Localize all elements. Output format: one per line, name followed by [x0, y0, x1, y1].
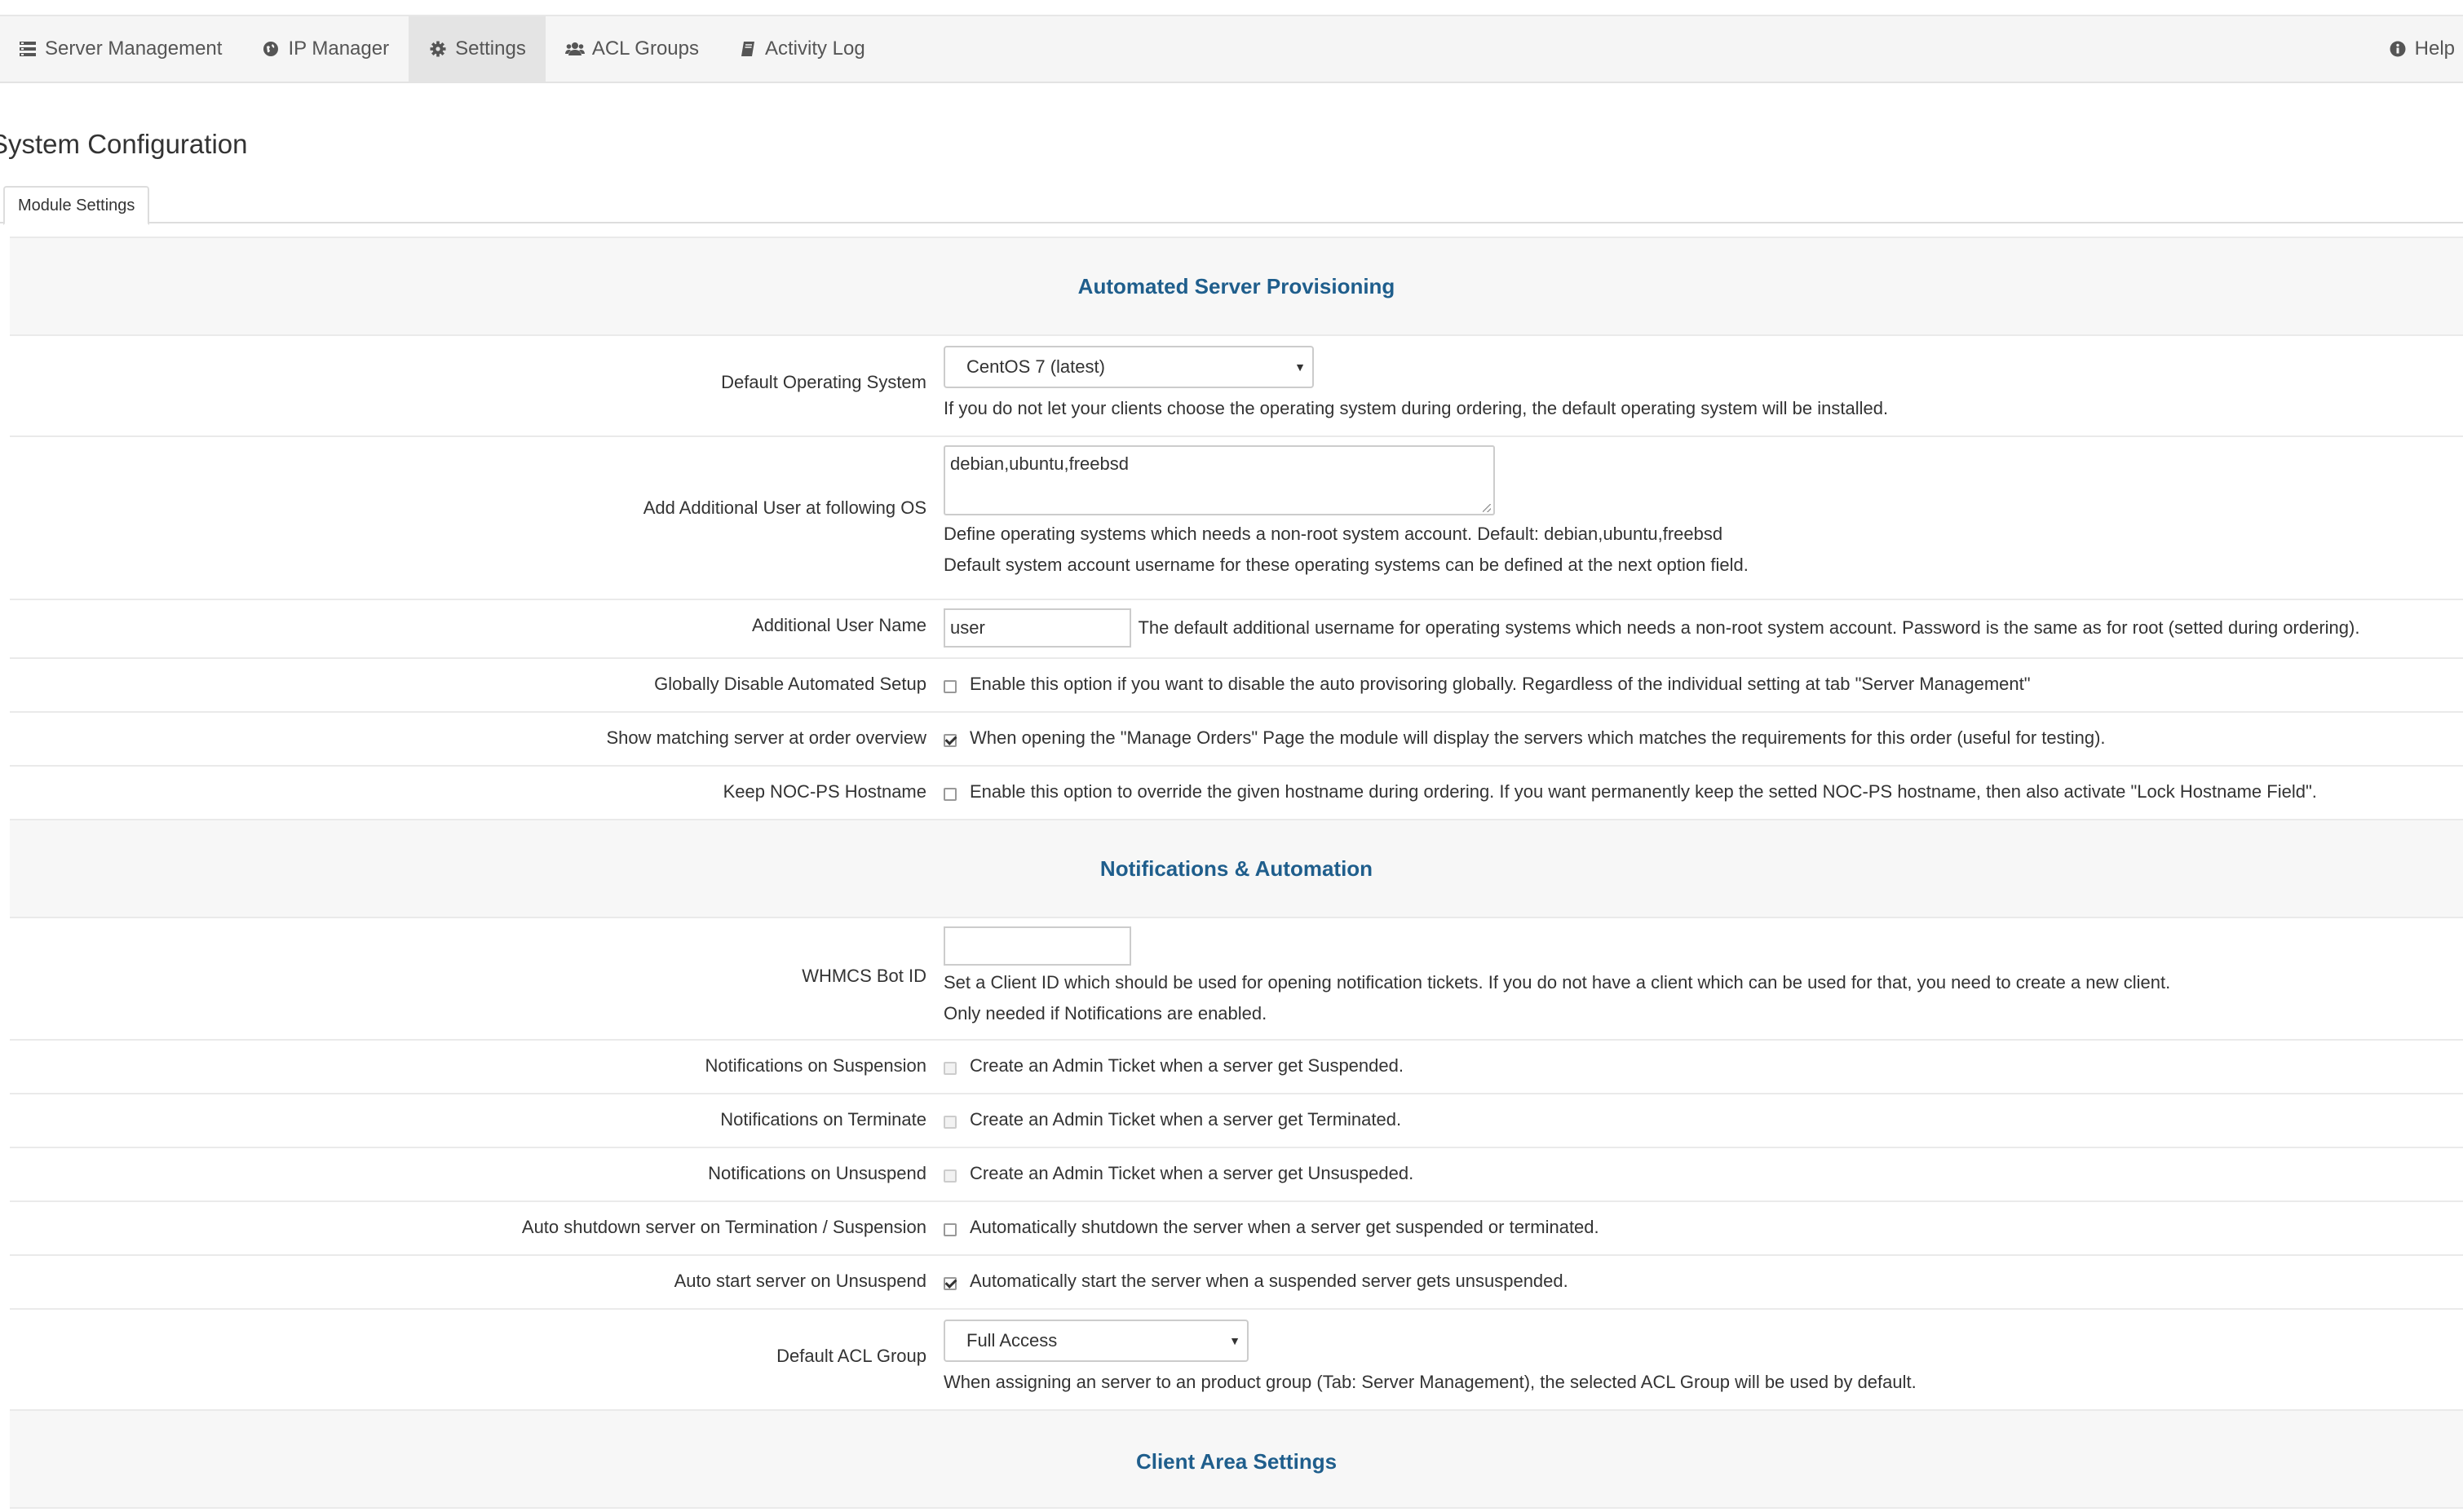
disable-setup-help: Enable this option if you want to disabl…: [970, 674, 2031, 694]
chevron-down-icon: ▼: [1294, 360, 1306, 374]
default-os-label: Default Operating System: [721, 372, 926, 392]
row-default-os: Default Operating System CentOS 7 (lates…: [10, 336, 2463, 437]
nav-ip-manager[interactable]: IP Manager: [241, 16, 409, 82]
keep-hostname-checkbox[interactable]: [944, 787, 957, 801]
bot-id-label: WHMCS Bot ID: [802, 966, 926, 986]
gear-icon: [428, 39, 448, 59]
section-title-provisioning: Automated Server Provisioning: [10, 237, 2463, 336]
nav-label: Help: [2414, 38, 2455, 60]
additional-user-os-help-1: Define operating systems which needs a n…: [944, 524, 1723, 544]
users-icon: [564, 39, 585, 59]
section-title-notifications: Notifications & Automation: [10, 820, 2463, 918]
nav-help[interactable]: Help: [2368, 16, 2463, 82]
row-bot-id: WHMCS Bot ID Set a Client ID which shoul…: [10, 918, 2463, 1041]
server-list-icon: [18, 39, 38, 59]
chevron-down-icon: ▼: [1229, 1334, 1240, 1347]
nav-activity-log[interactable]: Activity Log: [719, 16, 885, 82]
auto-shutdown-checkbox[interactable]: [944, 1222, 957, 1236]
top-border: [0, 0, 2463, 16]
settings-panel: Automated Server Provisioning Default Op…: [10, 237, 2463, 1509]
row-default-acl: Default ACL Group Full Access ▼ When ass…: [10, 1310, 2463, 1411]
keep-hostname-label: Keep NOC-PS Hostname: [723, 781, 926, 802]
row-on-unsuspend: Notifications on Unsuspend Create an Adm…: [10, 1148, 2463, 1202]
book-icon: [738, 39, 758, 59]
nav-acl-groups[interactable]: ACL Groups: [546, 16, 719, 82]
row-additional-user-os: Add Additional User at following OS debi…: [10, 437, 2463, 600]
additional-user-name-help: The default additional username for oper…: [1138, 617, 2360, 638]
nav-label: ACL Groups: [591, 38, 699, 60]
tabs-bar: Module Settings: [0, 186, 2463, 225]
on-unsuspend-checkbox[interactable]: [944, 1169, 957, 1183]
resize-grip-icon[interactable]: [1483, 504, 1491, 512]
on-terminate-label: Notifications on Terminate: [720, 1109, 926, 1130]
nav-label: Settings: [455, 38, 526, 60]
default-acl-help: When assigning an server to an product g…: [944, 1372, 1917, 1392]
section-title-client-area: Client Area Settings: [10, 1411, 2463, 1509]
on-suspension-checkbox[interactable]: [944, 1061, 957, 1075]
row-disable-setup: Globally Disable Automated Setup Enable …: [10, 659, 2463, 713]
default-os-value: CentOS 7 (latest): [966, 356, 1105, 377]
on-unsuspend-help: Create an Admin Ticket when a server get…: [970, 1163, 1414, 1183]
auto-start-checkbox[interactable]: [944, 1276, 957, 1290]
row-keep-hostname: Keep NOC-PS Hostname Enable this option …: [10, 767, 2463, 820]
on-unsuspend-label: Notifications on Unsuspend: [708, 1163, 926, 1183]
keep-hostname-help: Enable this option to override the given…: [970, 781, 2317, 802]
auto-start-help: Automatically start the server when a su…: [970, 1271, 1568, 1291]
additional-user-name-input[interactable]: user: [944, 608, 1131, 648]
on-suspension-label: Notifications on Suspension: [705, 1055, 927, 1076]
default-acl-select[interactable]: Full Access ▼: [944, 1320, 1249, 1362]
auto-shutdown-label: Auto shutdown server on Termination / Su…: [521, 1217, 926, 1237]
nav-label: Server Management: [45, 38, 223, 60]
default-acl-value: Full Access: [966, 1330, 1058, 1351]
row-additional-user-name: Additional User Name user The default ad…: [10, 600, 2463, 659]
globe-icon: [261, 39, 281, 59]
row-on-terminate: Notifications on Terminate Create an Adm…: [10, 1094, 2463, 1148]
nav-label: IP Manager: [288, 38, 390, 60]
page-title: System Configuration: [0, 129, 248, 159]
row-on-suspension: Notifications on Suspension Create an Ad…: [10, 1041, 2463, 1094]
show-matching-checkbox[interactable]: [944, 733, 957, 747]
auto-shutdown-help: Automatically shutdown the server when a…: [970, 1217, 1599, 1237]
row-auto-shutdown: Auto shutdown server on Termination / Su…: [10, 1202, 2463, 1256]
auto-start-label: Auto start server on Unsuspend: [674, 1271, 926, 1291]
disable-setup-label: Globally Disable Automated Setup: [654, 674, 926, 694]
on-terminate-help: Create an Admin Ticket when a server get…: [970, 1109, 1402, 1130]
nav-label: Activity Log: [764, 38, 865, 60]
bot-id-input[interactable]: [944, 926, 1131, 966]
bot-id-help-2: Only needed if Notifications are enabled…: [944, 1003, 1267, 1023]
on-suspension-help: Create an Admin Ticket when a server get…: [970, 1055, 1404, 1076]
show-matching-help: When opening the "Manage Orders" Page th…: [970, 727, 2106, 748]
row-auto-start: Auto start server on Unsuspend Automatic…: [10, 1256, 2463, 1310]
nav-settings[interactable]: Settings: [409, 16, 546, 82]
additional-user-os-textarea[interactable]: debian,ubuntu,freebsd: [944, 445, 1495, 515]
row-show-matching: Show matching server at order overview W…: [10, 713, 2463, 767]
default-acl-label: Default ACL Group: [776, 1346, 926, 1366]
additional-user-name-label: Additional User Name: [752, 615, 926, 635]
on-terminate-checkbox[interactable]: [944, 1115, 957, 1129]
disable-setup-checkbox[interactable]: [944, 679, 957, 693]
tab-module-settings[interactable]: Module Settings: [3, 186, 150, 225]
additional-user-os-value: debian,ubuntu,freebsd: [950, 453, 1129, 474]
info-icon: [2388, 39, 2408, 59]
module-navbar: Server Management IP Manager Settings AC…: [0, 16, 2463, 83]
bot-id-help-1: Set a Client ID which should be used for…: [944, 972, 2171, 993]
show-matching-label: Show matching server at order overview: [606, 727, 927, 748]
additional-user-os-help-2: Default system account username for thes…: [944, 555, 1749, 575]
nav-server-management[interactable]: Server Management: [0, 16, 241, 82]
additional-user-os-label: Add Additional User at following OS: [643, 497, 926, 518]
default-os-help: If you do not let your clients choose th…: [944, 398, 1889, 418]
default-os-select[interactable]: CentOS 7 (latest) ▼: [944, 346, 1314, 388]
